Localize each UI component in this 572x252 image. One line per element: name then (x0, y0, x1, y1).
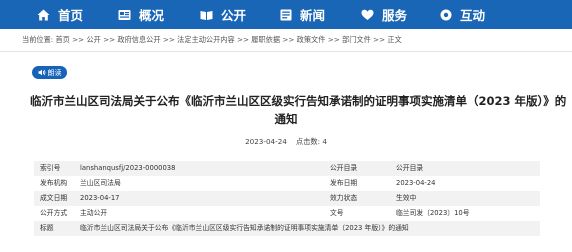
info-value: 兰山区司法局 (74, 176, 324, 191)
info-label: 文号 (324, 206, 390, 221)
nav-home-label: 首页 (58, 8, 84, 23)
info-label: 发布机构 (34, 176, 74, 191)
info-value: 生效中 (390, 191, 540, 206)
info-value: 临兰司发〔2023〕10号 (390, 206, 540, 221)
article-title-line2: 通知 (274, 112, 298, 126)
nav-interaction-label: 互动 (460, 8, 486, 23)
interaction-icon (440, 9, 452, 20)
news-icon (280, 9, 292, 20)
speaker-icon (38, 69, 45, 76)
info-value: 2023-04-17 (74, 191, 324, 206)
info-value: 临沂市兰山区司法局关于公布《临沂市兰山区区级实行告知承诺制的证明事项实施清单（2… (74, 221, 540, 236)
top-nav-bar: 首页 概况 公开 新闻 服务 互动 (0, 0, 572, 29)
breadcrumb-divider (0, 51, 572, 52)
info-value: 主动公开 (74, 206, 324, 221)
info-label: 索引号 (34, 161, 74, 176)
nav-overview[interactable]: 概况 (118, 0, 164, 29)
article-title-line1: 临沂市兰山区司法局关于公布《临沂市兰山区区级实行告知承诺制的证明事项实施清单（2… (30, 94, 567, 108)
home-icon (37, 9, 50, 20)
nav-news-label: 新闻 (300, 8, 326, 23)
document-info-table: 索引号 lanshanqusfj/2023-0000038 公开目录 公开目录 … (34, 161, 540, 236)
publish-date: 2023-04-24 (245, 137, 287, 146)
nav-news[interactable]: 新闻 (280, 0, 325, 29)
nav-home[interactable]: 首页 (37, 0, 83, 29)
info-value: 公开目录 (390, 161, 540, 176)
nav-public[interactable]: 公开 (200, 0, 246, 29)
nav-service[interactable]: 服务 (361, 0, 407, 29)
info-label: 公开目录 (324, 161, 390, 176)
views-count: 4 (322, 137, 327, 146)
nav-service-label: 服务 (382, 8, 408, 23)
table-row: 公开方式 主动公开 文号 临兰司发〔2023〕10号 (34, 206, 540, 221)
info-label: 成文日期 (34, 191, 74, 206)
nav-public-label: 公开 (221, 8, 247, 23)
read-aloud-label: 朗读 (47, 68, 62, 77)
nav-interaction[interactable]: 互动 (440, 0, 485, 29)
read-aloud-button[interactable]: 朗读 (32, 66, 67, 79)
table-row: 发布机构 兰山区司法局 发布日期 2023-04-24 (34, 176, 540, 191)
overview-icon (118, 9, 131, 20)
info-label: 公开方式 (34, 206, 74, 221)
table-row: 索引号 lanshanqusfj/2023-0000038 公开目录 公开目录 (34, 161, 540, 176)
table-row: 成文日期 2023-04-17 效力状态 生效中 (34, 191, 540, 206)
info-value: 2023-04-24 (390, 176, 540, 191)
info-label: 发布日期 (324, 176, 390, 191)
article-meta: 2023-04-24 点击数: 4 (0, 137, 572, 147)
info-label: 标题 (34, 221, 74, 236)
info-value: lanshanqusfj/2023-0000038 (74, 161, 324, 176)
breadcrumb[interactable]: 当前位置: 首页 >> 公开 >> 政府信息公开 >> 法定主动公开内容 >> … (22, 34, 402, 46)
nav-overview-label: 概况 (139, 8, 165, 23)
public-icon (200, 10, 213, 20)
service-icon (361, 9, 374, 20)
table-row: 标题 临沂市兰山区司法局关于公布《临沂市兰山区区级实行告知承诺制的证明事项实施清… (34, 221, 540, 236)
info-label: 效力状态 (324, 191, 390, 206)
views-label: 点击数: (296, 137, 321, 146)
